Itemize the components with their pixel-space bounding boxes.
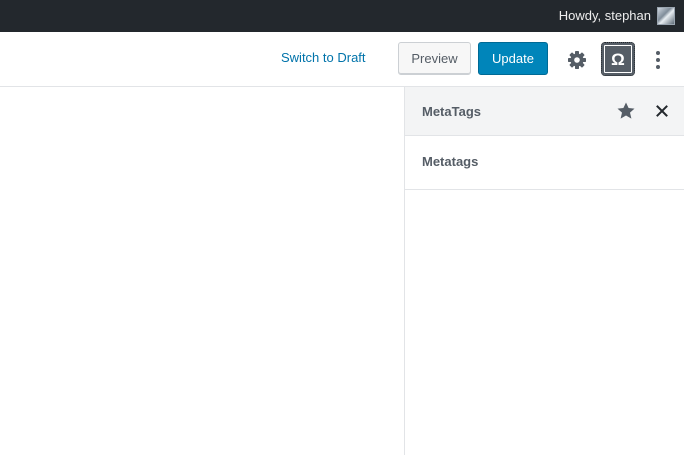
close-icon[interactable] [654,103,670,119]
editor-header: Switch to Draft Preview Update Ω [0,32,684,87]
metatags-panel-toggle[interactable]: Metatags [405,136,684,190]
avatar[interactable] [657,7,675,25]
switch-to-draft-button[interactable]: Switch to Draft [281,49,366,67]
sidebar-header: MetaTags [405,87,684,136]
sidebar-title: MetaTags [422,104,481,119]
omega-icon[interactable]: Ω [601,42,635,76]
preview-button[interactable]: Preview [398,42,471,75]
gear-icon[interactable] [565,48,589,72]
star-icon[interactable] [616,101,636,121]
update-button[interactable]: Update [478,42,548,75]
panel-label: Metatags [422,154,479,169]
plugin-sidebar: MetaTags Metatags [404,87,684,455]
more-vertical-icon[interactable] [648,48,668,72]
howdy-greeting[interactable]: Howdy, stephan [559,0,651,32]
admin-bar: Howdy, stephan [0,0,684,32]
